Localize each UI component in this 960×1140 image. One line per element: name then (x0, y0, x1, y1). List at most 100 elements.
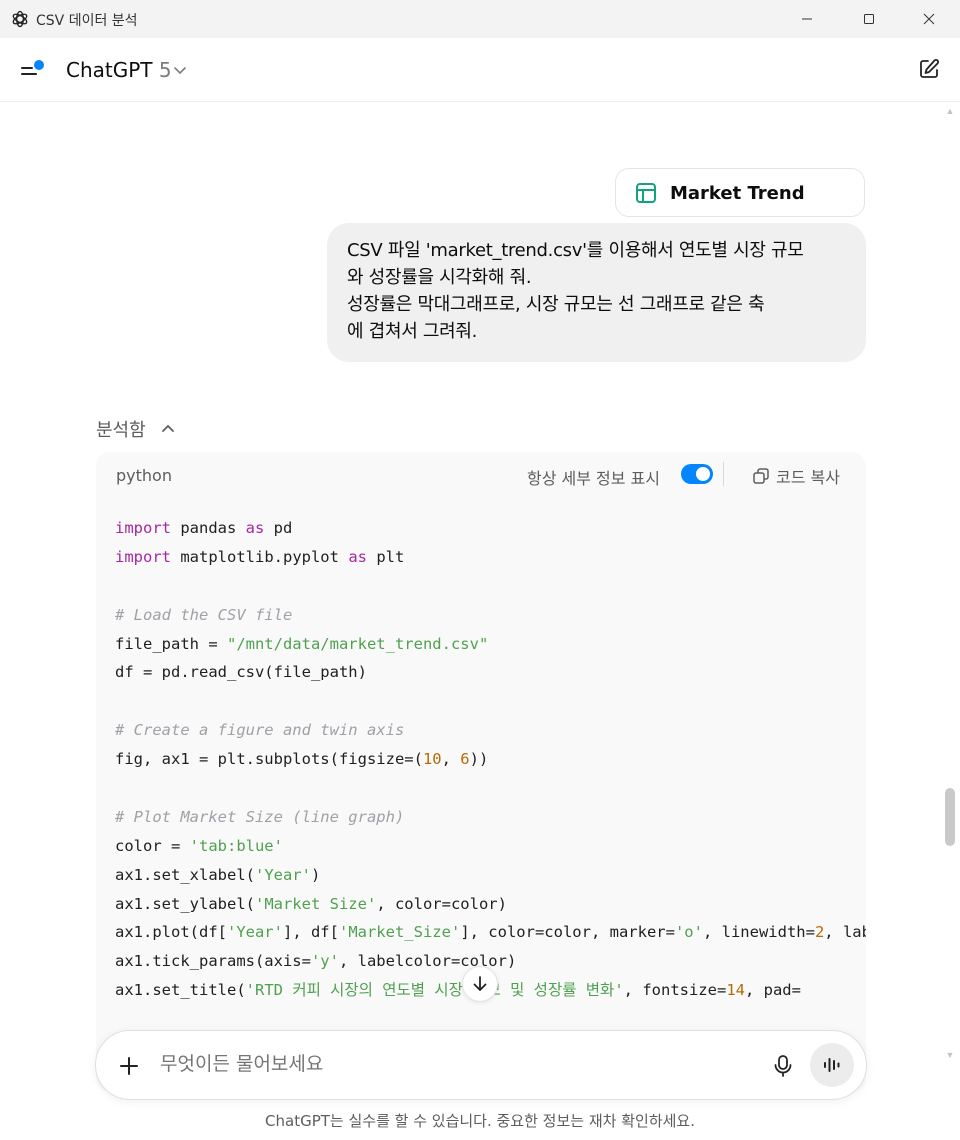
code-token: ], color=color, marker= (460, 923, 675, 942)
code-line: import pandas as pd (115, 514, 866, 543)
code-token: # Plot Market Size (line graph) (115, 807, 405, 826)
code-line: ax1.plot(df['Year'], df['Market_Size'], … (115, 918, 866, 947)
code-token: 'Market_Size' (338, 923, 461, 942)
code-token: 6 (460, 750, 470, 769)
code-token: fig, ax1 = plt.subplots(figsize=( (115, 750, 423, 769)
code-token: 'tab:blue' (189, 836, 283, 855)
composer (95, 1030, 867, 1100)
code-token: 'y' (310, 952, 339, 971)
code-token: 'RTD 커피 시장의 연도별 시장 규모 및 성장률 변화' (245, 981, 624, 1000)
code-token: , lab (824, 923, 866, 942)
detail-toggle-label: 항상 세부 정보 표시 (527, 469, 661, 488)
toolbar-divider (723, 462, 724, 486)
attachment-name: Market Trend (670, 183, 805, 204)
code-token: "/mnt/data/market_trend.csv" (226, 634, 489, 653)
code-token: 14 (726, 981, 745, 1000)
chevron-up-icon[interactable] (160, 420, 176, 436)
window-title: CSV 데이터 분석 (36, 13, 138, 29)
code-token: 10 (422, 750, 442, 769)
code-token: , labelcolor=color) (338, 952, 517, 971)
code-token: import (115, 547, 171, 566)
code-line: # Load the CSV file (115, 601, 866, 630)
code-line: ax1.set_xlabel('Year') (115, 861, 866, 890)
code-token: matplotlib.pyplot (171, 547, 349, 566)
spreadsheet-icon (636, 183, 656, 203)
code-token: ], df[ (282, 923, 339, 942)
model-version: 5 (158, 58, 172, 82)
code-token: # Create a figure and twin axis (115, 721, 405, 740)
maximize-button[interactable] (846, 0, 892, 38)
model-name: ChatGPT (66, 58, 153, 82)
voice-mode-button[interactable] (810, 1043, 854, 1087)
code-line: ax1.set_ylabel('Market Size', color=colo… (115, 890, 866, 919)
sidebar-toggle-icon[interactable] (20, 58, 48, 82)
code-token: 'Year' (254, 865, 311, 884)
plus-icon[interactable] (118, 1055, 140, 1077)
prompt-input[interactable] (160, 1053, 720, 1075)
copy-icon (753, 468, 769, 484)
code-token: color = (115, 836, 190, 855)
code-token: pandas (171, 519, 246, 537)
code-token: ) (310, 865, 321, 884)
code-token: ax1.set_ylabel( (115, 894, 255, 913)
code-token: , color=color) (376, 894, 507, 913)
code-token: as (245, 519, 265, 537)
scrollbar-up-arrow[interactable]: ▲ (944, 106, 956, 118)
code-token: ax1.set_xlabel( (115, 865, 255, 884)
copy-code-button[interactable]: 코드 복사 (752, 464, 840, 488)
code-line: file_path = "/mnt/data/market_trend.csv" (115, 630, 866, 659)
code-line: # Create a figure and twin axis (115, 716, 866, 745)
code-line: fig, ax1 = plt.subplots(figsize=(10, 6)) (115, 745, 866, 774)
voice-wave-icon (824, 1058, 840, 1072)
code-token: ax1.tick_params(axis= (115, 952, 311, 971)
scrollbar-down-arrow[interactable]: ▼ (944, 1050, 956, 1062)
code-content: import pandas as pd import matplotlib.pyp… (115, 514, 866, 1005)
code-token: 'Market Size' (254, 894, 377, 913)
code-token: 'Year' (226, 923, 283, 942)
code-line: import matplotlib.pyplot as plt (115, 543, 866, 572)
scroll-to-bottom-button[interactable] (462, 966, 498, 1002)
code-token: pd (264, 519, 293, 537)
scrollbar-thumb[interactable] (945, 788, 955, 846)
edit-icon[interactable] (918, 58, 940, 80)
app-header: ChatGPT 5 (0, 38, 960, 102)
attachment-chip[interactable]: Market Trend (615, 168, 865, 217)
code-line: # Plot Market Size (line graph) (115, 803, 866, 832)
code-token: # Load the CSV file (115, 605, 293, 624)
user-message-text: CSV 파일 'market_trend.csv'를 이용해서 연도별 시장 규… (347, 240, 804, 342)
analysis-toggle[interactable]: 분석함 (96, 416, 146, 442)
code-token: )) (469, 750, 489, 769)
code-token: plt (366, 547, 405, 566)
code-language: python (116, 466, 172, 485)
code-token: , pad= (744, 981, 801, 1000)
code-token: as (348, 547, 367, 566)
code-token: import (115, 519, 171, 537)
arrow-down-icon (473, 976, 487, 991)
code-token: , (441, 750, 461, 769)
close-icon (923, 13, 935, 25)
code-token: df = pd.read_csv(file_path) (115, 663, 367, 682)
code-token: 'o' (674, 923, 703, 942)
window-titlebar: CSV 데이터 분석 (0, 0, 960, 38)
mic-icon[interactable] (772, 1054, 794, 1078)
openai-logo-icon (12, 10, 28, 28)
close-button[interactable] (906, 0, 952, 38)
code-token: ax1.plot(df[ (115, 923, 227, 942)
model-selector[interactable]: ChatGPT 5 (66, 58, 172, 82)
copy-code-label: 코드 복사 (776, 468, 840, 487)
code-line: color = 'tab:blue' (115, 832, 866, 861)
minimize-icon (802, 18, 812, 20)
chevron-down-icon[interactable] (172, 62, 188, 78)
code-token: 2 (814, 923, 825, 942)
minimize-button[interactable] (784, 0, 830, 38)
toggle-knob (696, 467, 710, 481)
detail-toggle[interactable] (681, 464, 713, 484)
user-message-bubble: CSV 파일 'market_trend.csv'를 이용해서 연도별 시장 규… (327, 223, 866, 362)
maximize-icon (864, 14, 874, 24)
code-line: df = pd.read_csv(file_path) (115, 658, 866, 687)
code-token: ax1.set_title( (115, 981, 246, 1000)
code-token: file_path = (115, 634, 227, 653)
